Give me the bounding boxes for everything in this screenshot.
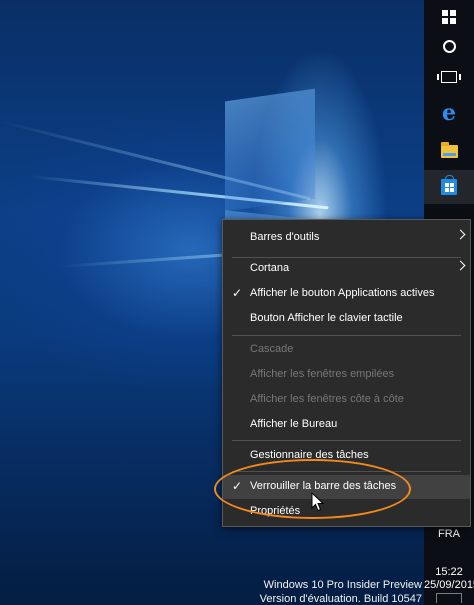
menu-item-label: Afficher le Bureau	[250, 418, 338, 430]
menu-item-label: Cortana	[250, 262, 290, 274]
cortana-ring-icon	[442, 39, 456, 53]
menu-separator	[232, 335, 461, 336]
windows-logo-icon	[442, 10, 456, 24]
menu-item-label: Barres d'outils	[250, 231, 320, 243]
edge-taskbar-button[interactable]: e	[424, 96, 474, 130]
menu-item-label: Bouton Afficher le clavier tactile	[250, 312, 403, 324]
menu-item-cascade: Cascade	[223, 338, 470, 362]
store-icon	[441, 175, 457, 195]
wallpaper-window-pane	[225, 88, 315, 212]
chevron-right-icon	[455, 229, 466, 240]
build-watermark-line1: Windows 10 Pro Insider Preview	[263, 579, 422, 591]
clock-date[interactable]: 25/09/2015	[424, 579, 474, 591]
edge-icon: e	[442, 100, 456, 126]
menu-item-toolbars[interactable]: Barres d'outils	[223, 226, 470, 250]
menu-item-show-touch-keyboard-button[interactable]: Bouton Afficher le clavier tactile	[223, 307, 470, 331]
notification-area-indicator	[436, 593, 462, 603]
input-language-indicator[interactable]: FRA	[424, 528, 474, 540]
menu-item-show-stacked: Afficher les fenêtres empilées	[223, 363, 470, 387]
checkmark-icon: ✓	[232, 286, 243, 300]
build-watermark-line2: Version d'évaluation. Build 10547	[259, 593, 422, 605]
menu-item-cortana[interactable]: Cortana	[223, 257, 470, 281]
store-taskbar-button[interactable]	[424, 170, 474, 204]
menu-separator	[232, 440, 461, 441]
mouse-pointer-icon	[311, 492, 325, 512]
menu-item-label: Cascade	[250, 343, 294, 355]
menu-item-show-desktop[interactable]: Afficher le Bureau	[223, 413, 470, 437]
menu-item-label: Afficher le bouton Applications actives	[250, 287, 435, 299]
cortana-button[interactable]	[424, 29, 474, 63]
menu-item-label: Afficher les fenêtres côte à côte	[250, 393, 404, 405]
menu-item-show-task-view-button[interactable]: ✓ Afficher le bouton Applications active…	[223, 282, 470, 306]
menu-item-label: Afficher les fenêtres empilées	[250, 368, 395, 380]
task-view-icon	[437, 71, 461, 83]
file-explorer-taskbar-button[interactable]	[424, 134, 474, 168]
folder-icon	[440, 141, 458, 158]
menu-item-show-side-by-side: Afficher les fenêtres côte à côte	[223, 388, 470, 412]
chevron-right-icon	[455, 260, 466, 271]
task-view-button[interactable]	[424, 60, 474, 94]
clock-time[interactable]: 15:22	[424, 566, 474, 578]
